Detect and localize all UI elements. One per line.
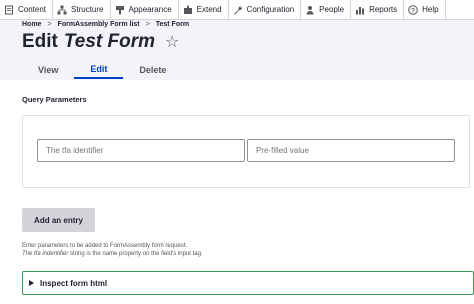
page-header: Home > FormAssembly Form list > Test For… [0, 20, 474, 80]
toolbar-item-structure[interactable]: Structure [53, 0, 111, 19]
toolbar-item-extend[interactable]: Extend [179, 0, 229, 19]
inspect-form-html-label: Inspect form html [40, 278, 108, 288]
content-icon [5, 5, 13, 14]
toolbar-label-structure: Structure [71, 5, 104, 14]
help-line-2: The tfa indentifier string is the name p… [22, 250, 203, 258]
breadcrumb-home[interactable]: Home [22, 21, 41, 28]
toolbar-item-people[interactable]: People [301, 0, 352, 19]
breadcrumb-separator: > [47, 21, 52, 28]
help-line-2-rest: string is the name property on the field… [68, 251, 203, 257]
breadcrumb-current[interactable]: Test Form [156, 21, 189, 28]
tab-delete[interactable]: Delete [123, 60, 182, 79]
page-title-name: Test Form [63, 31, 156, 52]
svg-text:?: ? [411, 7, 415, 14]
toolbar-item-configuration[interactable]: Configuration [229, 0, 302, 19]
toolbar-item-appearance[interactable]: Appearance [111, 0, 179, 19]
add-entry-button[interactable]: Add an entry [22, 208, 95, 232]
configuration-icon [233, 5, 242, 14]
star-icon[interactable]: ☆ [165, 32, 179, 52]
breadcrumb: Home > FormAssembly Form list > Test For… [22, 21, 189, 28]
admin-toolbar: Content Structure Appearance Extend Conf… [0, 0, 474, 20]
tabs: View Edit Delete [22, 60, 182, 79]
breadcrumb-separator: > [145, 21, 150, 28]
extend-icon [183, 5, 192, 14]
toolbar-label-configuration: Configuration [246, 5, 295, 14]
breadcrumb-form-list[interactable]: FormAssembly Form list [58, 21, 140, 28]
appearance-icon [115, 5, 124, 14]
caret-right-icon [29, 280, 34, 286]
help-text: Enter parameters to be added to FormAsse… [22, 242, 203, 258]
page-title-prefix: Edit [22, 31, 58, 52]
toolbar-item-reports[interactable]: Reports [351, 0, 405, 19]
tfa-identifier-input[interactable] [37, 139, 245, 162]
toolbar-item-help[interactable]: ? Help [404, 0, 446, 19]
toolbar-item-content[interactable]: Content [0, 0, 54, 19]
prefilled-value-input[interactable] [247, 139, 455, 162]
toolbar-label-appearance: Appearance [128, 5, 172, 14]
page-title: Edit Test Form ☆ [22, 31, 179, 53]
toolbar-label-content: Content [18, 5, 47, 14]
reports-icon [356, 6, 365, 14]
tab-edit[interactable]: Edit [74, 60, 124, 79]
toolbar-label-help: Help [422, 5, 439, 14]
people-icon [306, 5, 314, 14]
help-line-2-italic: The tfa indentifier [22, 251, 69, 257]
structure-icon [57, 5, 67, 14]
help-icon: ? [408, 4, 418, 15]
inspect-form-html-details[interactable]: Inspect form html [22, 271, 474, 295]
toolbar-label-people: People [319, 5, 345, 14]
query-parameters-heading: Query Parameters [22, 95, 87, 104]
query-parameters-box [22, 115, 470, 188]
toolbar-label-extend: Extend [196, 5, 222, 14]
help-line-1: Enter parameters to be added to FormAsse… [22, 243, 188, 249]
tab-view[interactable]: View [22, 60, 74, 79]
toolbar-label-reports: Reports [369, 5, 398, 14]
